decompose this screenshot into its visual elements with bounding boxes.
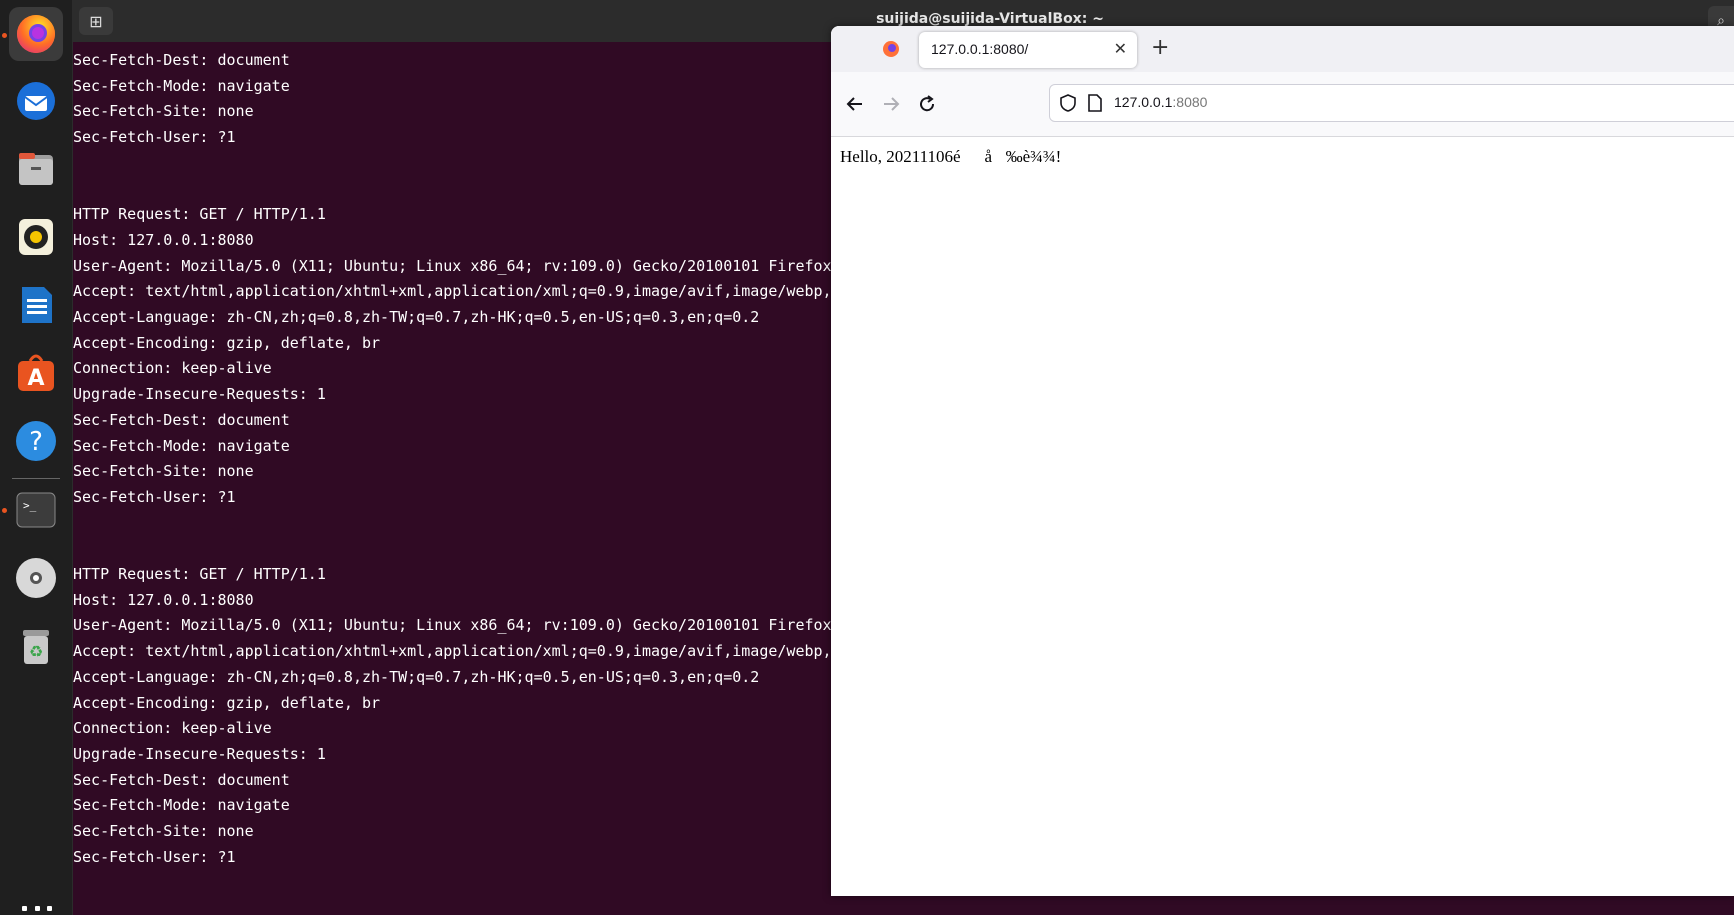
- url-text: 127.0.0.1:8080: [1114, 94, 1207, 110]
- terminal-new-tab-icon[interactable]: ⊞: [79, 7, 113, 35]
- url-port: :8080: [1172, 94, 1208, 110]
- terminal-line: Accept-Encoding: gzip, deflate, br: [73, 693, 381, 712]
- svg-text:>_: >_: [23, 499, 37, 512]
- terminal-line: Sec-Fetch-Site: none: [73, 102, 254, 121]
- trash-icon[interactable]: ♻: [9, 619, 63, 673]
- tab-title: 127.0.0.1:8080/: [931, 41, 1029, 57]
- terminal-line: Sec-Fetch-Site: none: [73, 462, 254, 481]
- running-indicator: [2, 508, 7, 513]
- terminal-line: Accept-Language: zh-CN,zh;q=0.8,zh-TW;q=…: [73, 667, 760, 686]
- app-center-icon[interactable]: A: [9, 346, 63, 400]
- url-bar[interactable]: 127.0.0.1:8080: [1049, 84, 1734, 122]
- back-icon[interactable]: [843, 92, 867, 116]
- tab-localhost[interactable]: 127.0.0.1:8080/ ✕: [919, 32, 1137, 68]
- navigation-toolbar: 127.0.0.1:8080: [831, 72, 1734, 137]
- terminal-line: Host: 127.0.0.1:8080: [73, 230, 254, 249]
- show-apps-icon[interactable]: [22, 906, 52, 915]
- thunderbird-icon[interactable]: [9, 74, 63, 128]
- terminal-line: Sec-Fetch-User: ?1: [73, 487, 236, 506]
- url-host: 127.0.0.1: [1114, 94, 1173, 110]
- terminal-title: suijida@suijida-VirtualBox: ~: [876, 11, 1104, 27]
- new-tab-icon[interactable]: +: [1151, 36, 1169, 60]
- firefox-icon[interactable]: [9, 7, 63, 61]
- help-icon[interactable]: ?: [9, 414, 63, 468]
- terminal-line: Sec-Fetch-Mode: navigate: [73, 436, 290, 455]
- writer-icon[interactable]: [9, 278, 63, 332]
- terminal-line: User-Agent: Mozilla/5.0 (X11; Ubuntu; Li…: [73, 256, 833, 275]
- dock-separator: [12, 478, 60, 479]
- terminal-line: Accept-Language: zh-CN,zh;q=0.8,zh-TW;q=…: [73, 308, 760, 326]
- terminal-line: Sec-Fetch-Dest: document: [73, 770, 290, 789]
- reload-icon[interactable]: [915, 92, 939, 116]
- page-content: Hello, 20211106éå ‰è¾¾!: [840, 147, 1062, 166]
- svg-text:A: A: [27, 366, 44, 391]
- firefox-view-icon[interactable]: [881, 39, 901, 59]
- terminal-line: Sec-Fetch-Dest: document: [73, 51, 290, 69]
- terminal-line: HTTP Request: GET / HTTP/1.1: [73, 205, 326, 224]
- terminal-line: Accept-Encoding: gzip, deflate, br: [73, 333, 381, 352]
- rhythmbox-icon[interactable]: [9, 210, 63, 264]
- terminal-line: Sec-Fetch-Mode: navigate: [73, 76, 290, 95]
- running-indicator: [2, 33, 7, 38]
- terminal-line: User-Agent: Mozilla/5.0 (X11; Ubuntu; Li…: [73, 616, 833, 635]
- terminal-line: Upgrade-Insecure-Requests: 1: [73, 385, 326, 404]
- terminal-line: Upgrade-Insecure-Requests: 1: [73, 744, 326, 763]
- terminal-line: Accept: text/html,application/xhtml+xml,…: [73, 642, 832, 661]
- forward-icon[interactable]: [879, 92, 903, 116]
- svg-text:?: ?: [29, 427, 43, 457]
- tab-bar: 127.0.0.1:8080/ ✕ +: [831, 26, 1734, 72]
- terminal-line: Sec-Fetch-Site: none: [73, 822, 254, 840]
- svg-text:♻: ♻: [29, 642, 43, 661]
- terminal-line: Connection: keep-alive: [73, 719, 272, 738]
- terminal-line: HTTP Request: GET / HTTP/1.1: [73, 565, 326, 583]
- files-icon[interactable]: [9, 142, 63, 196]
- terminal-line: Sec-Fetch-User: ?1: [73, 128, 236, 147]
- terminal-line: Connection: keep-alive: [73, 359, 272, 378]
- terminal-line: Host: 127.0.0.1:8080: [73, 590, 254, 609]
- terminal-line: Sec-Fetch-Mode: navigate: [73, 796, 290, 815]
- shield-icon[interactable]: [1060, 94, 1076, 116]
- terminal-line: Sec-Fetch-Dest: document: [73, 410, 290, 429]
- dvd-icon[interactable]: [9, 551, 63, 605]
- dock: A ? >_ ♻: [0, 0, 73, 915]
- terminal-output[interactable]: Sec-Fetch-Dest: document Sec-Fetch-Mode: …: [73, 42, 833, 915]
- close-icon[interactable]: ✕: [1114, 39, 1127, 58]
- firefox-window: 127.0.0.1:8080/ ✕ + 127.0.0.1:8080 Hello…: [831, 26, 1734, 896]
- terminal-line: Sec-Fetch-User: ?1: [73, 847, 236, 866]
- terminal-icon[interactable]: >_: [9, 483, 63, 537]
- terminal-line: Accept: text/html,application/xhtml+xml,…: [73, 282, 832, 301]
- page-icon[interactable]: [1088, 94, 1102, 116]
